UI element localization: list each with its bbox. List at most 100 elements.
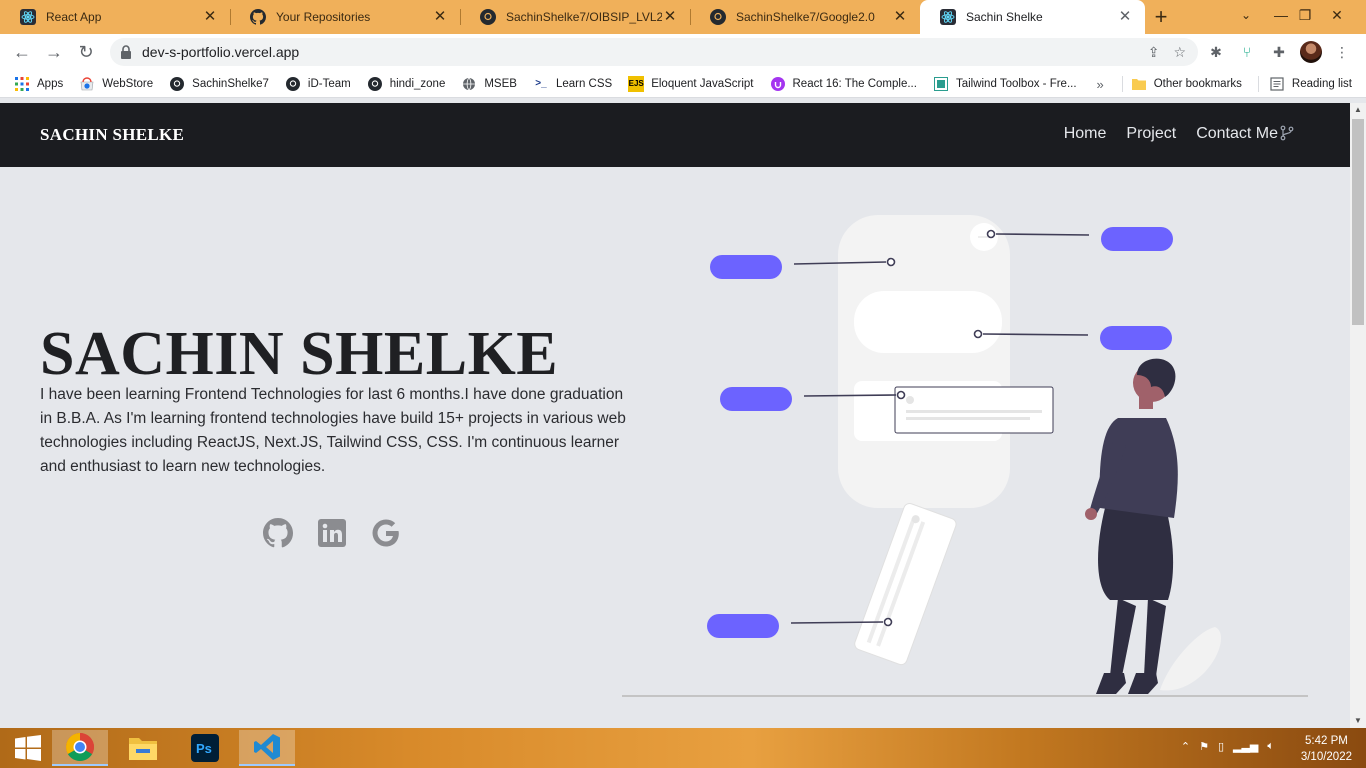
vscode-icon[interactable] <box>239 730 295 766</box>
bookmark-label: React 16: The Comple... <box>792 77 917 90</box>
menu-kebab-icon[interactable]: ⋮ <box>1330 40 1354 64</box>
close-icon[interactable]: ✕ <box>202 9 218 25</box>
photoshop-icon[interactable]: Ps <box>177 730 233 766</box>
scroll-up-icon[interactable]: ▲ <box>1350 103 1366 117</box>
close-icon[interactable]: ✕ <box>432 9 448 25</box>
lock-icon <box>120 45 132 59</box>
github-icon <box>710 9 726 25</box>
back-icon[interactable]: ← <box>6 36 38 68</box>
bookmark-tailwind-toolbox[interactable]: Tailwind Toolbox - Fre... <box>933 76 1077 92</box>
extensions-puzzle-icon[interactable]: ✚ <box>1267 40 1291 64</box>
terminal-icon: >_ <box>535 78 547 89</box>
nav-contact[interactable]: Contact Me <box>1196 125 1278 143</box>
tab-title: React App <box>46 10 102 24</box>
bookmarks-overflow-icon[interactable]: » <box>1096 77 1103 92</box>
web-page: SACHIN SHELKE Home Project Contact Me SA… <box>0 103 1350 728</box>
close-icon[interactable]: ✕ <box>892 9 908 25</box>
file-explorer-icon[interactable] <box>115 730 171 766</box>
scroll-down-icon[interactable]: ▼ <box>1350 714 1366 728</box>
chevron-up-icon[interactable]: ⌃ <box>1181 740 1190 753</box>
bookmark-apps[interactable]: Apps <box>14 76 63 92</box>
volume-icon[interactable]: 🔈︎ <box>1267 740 1274 753</box>
windows-start-icon[interactable] <box>0 730 56 766</box>
tab-sachin-shelke[interactable]: Sachin Shelke ✕ <box>920 0 1145 34</box>
hero-title: SACHIN SHELKE <box>40 320 559 388</box>
tab-title: Sachin Shelke <box>966 10 1043 24</box>
bookmarks-bar: Apps WebStore SachinShelke7 iD-Team hind… <box>0 70 1366 98</box>
folder-icon <box>1131 76 1147 92</box>
bookmark-eloquent-js[interactable]: EJS Eloquent JavaScript <box>628 75 754 92</box>
git-branch-icon[interactable] <box>1280 125 1294 141</box>
system-tray: ⌃ ⚑ ▯ ▂▃▅ 🔈︎ <box>1181 740 1274 753</box>
reading-list[interactable]: Reading list <box>1269 76 1352 92</box>
bookmark-webstore[interactable]: WebStore <box>79 76 153 92</box>
extension-bug-icon[interactable]: ✱ <box>1204 40 1228 64</box>
chrome-taskbar-icon[interactable] <box>52 730 108 766</box>
udemy-icon <box>770 76 786 92</box>
nav-links: Home Project Contact Me <box>1064 125 1278 143</box>
github-icon <box>480 9 496 25</box>
globe-icon <box>461 76 477 92</box>
address-bar[interactable]: dev-s-portfolio.vercel.app ⇪ ☆ <box>110 38 1198 66</box>
close-window-icon[interactable]: ✕ <box>1322 0 1352 30</box>
close-icon[interactable]: ✕ <box>662 9 678 25</box>
taskbar-clock[interactable]: 5:42 PM 3/10/2022 <box>1301 733 1352 765</box>
bookmark-label: Other bookmarks <box>1153 78 1242 90</box>
ejs-icon: EJS <box>628 75 645 92</box>
bookmark-label: Apps <box>37 77 64 90</box>
url-text: dev-s-portfolio.vercel.app <box>142 44 300 60</box>
wifi-icon[interactable]: ▂▃▅ <box>1233 740 1258 753</box>
scroll-thumb[interactable] <box>1352 119 1364 325</box>
bookmark-star-icon[interactable]: ☆ <box>1173 44 1186 61</box>
tab-title: Your Repositories <box>276 10 371 24</box>
bookmark-label: hindi_zone <box>389 77 446 90</box>
bookmark-label: SachinShelke7 <box>192 77 269 90</box>
browser-tab-strip: React App ✕ Your Repositories ✕ SachinSh… <box>0 0 1366 34</box>
new-tab-button[interactable]: + <box>1145 0 1177 34</box>
flag-icon[interactable]: ⚑ <box>1199 740 1209 753</box>
tab-oibsip-task[interactable]: SachinShelke7/OIBSIP_LVL2-TASK ✕ <box>460 0 690 34</box>
bookmark-label: Learn CSS <box>555 77 613 90</box>
svg-text:Ps: Ps <box>196 741 212 756</box>
github-icon <box>250 9 266 25</box>
bookmark-other[interactable]: Other bookmarks <box>1131 76 1242 92</box>
bookmark-label: Reading list <box>1291 78 1352 90</box>
github-icon <box>285 76 301 92</box>
close-icon[interactable]: ✕ <box>1117 9 1133 25</box>
bookmark-mseb[interactable]: MSEB <box>461 76 517 92</box>
bookmark-label: MSEB <box>484 77 517 90</box>
extension-branch-icon[interactable]: ⑂ <box>1235 40 1259 64</box>
bookmark-label: Eloquent JavaScript <box>651 77 754 90</box>
tab-your-repositories[interactable]: Your Repositories ✕ <box>230 0 460 34</box>
tab-react-app[interactable]: React App ✕ <box>0 0 230 34</box>
social-links <box>262 517 402 549</box>
share-icon[interactable]: ⇪ <box>1148 44 1160 61</box>
linkedin-icon[interactable] <box>316 517 348 549</box>
tab-title: SachinShelke7/OIBSIP_LVL2-TASK <box>506 10 662 24</box>
bookmark-sachinshelke7[interactable]: SachinShelke7 <box>169 76 269 92</box>
nav-home[interactable]: Home <box>1064 125 1107 143</box>
clock-time: 5:42 PM <box>1305 735 1348 747</box>
github-icon <box>367 76 383 92</box>
site-navbar: SACHIN SHELKE Home Project Contact Me <box>0 103 1350 167</box>
profile-avatar[interactable] <box>1299 40 1323 64</box>
hero-description: I have been learning Frontend Technologi… <box>40 386 626 475</box>
site-brand[interactable]: SACHIN SHELKE <box>40 125 184 145</box>
clock-date: 3/10/2022 <box>1300 751 1352 763</box>
nav-project[interactable]: Project <box>1126 125 1176 143</box>
github-icon[interactable] <box>262 517 294 549</box>
reload-icon[interactable]: ↻ <box>70 36 102 68</box>
bookmark-react16[interactable]: React 16: The Comple... <box>770 76 917 92</box>
battery-icon[interactable]: ▯ <box>1218 740 1224 753</box>
forward-icon[interactable]: → <box>38 36 70 68</box>
bookmark-hindi-zone[interactable]: hindi_zone <box>367 76 446 92</box>
restore-icon[interactable]: ❐ <box>1290 0 1320 30</box>
page-scrollbar[interactable]: ▲ ▼ <box>1350 103 1366 728</box>
google-icon[interactable] <box>370 517 402 549</box>
bookmark-id-team[interactable]: iD-Team <box>285 76 351 92</box>
react-icon <box>20 9 36 25</box>
reading-list-icon <box>1269 76 1285 92</box>
bookmark-learn-css[interactable]: >_ Learn CSS <box>533 76 612 92</box>
chevron-down-icon[interactable]: ⌄ <box>1236 8 1256 26</box>
tab-google2[interactable]: SachinShelke7/Google2.0 ✕ <box>690 0 920 34</box>
